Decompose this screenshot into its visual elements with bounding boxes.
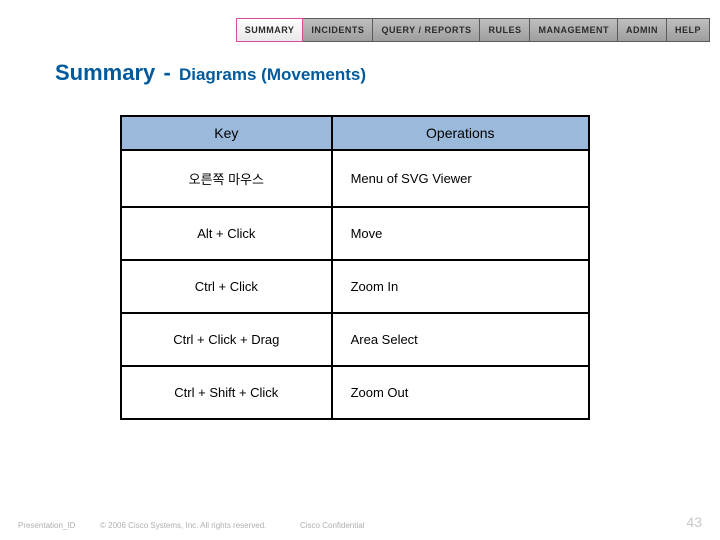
page-number: 43 [686, 514, 702, 530]
confidential: Cisco Confidential [300, 521, 364, 530]
col-operations: Operations [332, 116, 589, 150]
table-row: Ctrl + Shift + Click Zoom Out [121, 366, 589, 419]
cell-op: Move [332, 207, 589, 260]
tab-management[interactable]: MANAGEMENT [530, 18, 618, 42]
title-sub: Diagrams (Movements) [179, 65, 366, 84]
cell-key: Ctrl + Click [121, 260, 332, 313]
col-key: Key [121, 116, 332, 150]
title-dash: - [163, 60, 170, 85]
table-row: Ctrl + Click + Drag Area Select [121, 313, 589, 366]
cell-op: Menu of SVG Viewer [332, 150, 589, 207]
slide: SUMMARY INCIDENTS QUERY / REPORTS RULES … [0, 0, 720, 540]
cell-op: Zoom Out [332, 366, 589, 419]
top-nav: SUMMARY INCIDENTS QUERY / REPORTS RULES … [236, 18, 710, 42]
copyright: © 2006 Cisco Systems, Inc. All rights re… [100, 521, 266, 530]
table-row: Ctrl + Click Zoom In [121, 260, 589, 313]
cell-key: Alt + Click [121, 207, 332, 260]
cell-key: Ctrl + Shift + Click [121, 366, 332, 419]
table-row: 오른쪽 마우스 Menu of SVG Viewer [121, 150, 589, 207]
cell-key: 오른쪽 마우스 [121, 150, 332, 207]
cell-op: Area Select [332, 313, 589, 366]
movements-table: Key Operations 오른쪽 마우스 Menu of SVG Viewe… [120, 115, 590, 420]
presentation-id: Presentation_ID [18, 521, 75, 530]
tab-admin[interactable]: ADMIN [618, 18, 667, 42]
tab-query-reports[interactable]: QUERY / REPORTS [373, 18, 480, 42]
page-title: Summary - Diagrams (Movements) [55, 60, 366, 86]
tab-rules[interactable]: RULES [480, 18, 530, 42]
cell-key: Ctrl + Click + Drag [121, 313, 332, 366]
cell-op: Zoom In [332, 260, 589, 313]
tab-incidents[interactable]: INCIDENTS [303, 18, 373, 42]
tab-summary[interactable]: SUMMARY [236, 18, 304, 42]
title-main: Summary [55, 60, 155, 85]
tab-help[interactable]: HELP [667, 18, 710, 42]
table-row: Alt + Click Move [121, 207, 589, 260]
